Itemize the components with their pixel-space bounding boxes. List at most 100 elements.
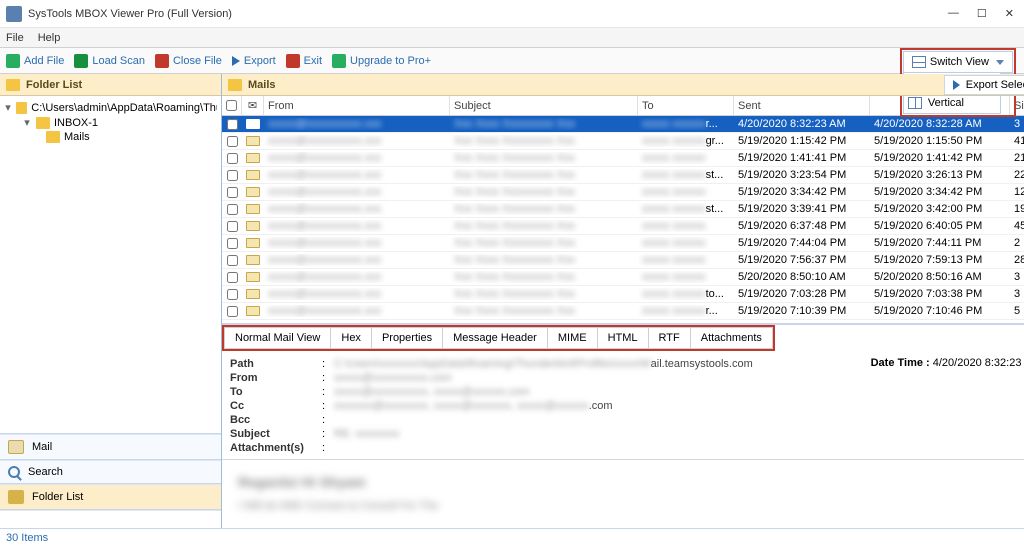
row-checkbox[interactable] bbox=[227, 204, 238, 215]
row-checkbox[interactable] bbox=[227, 136, 238, 147]
tab-rtf[interactable]: RTF bbox=[649, 327, 691, 349]
export-button[interactable]: Export bbox=[232, 55, 276, 67]
envelope-icon bbox=[246, 289, 260, 299]
export-selected-button[interactable]: Export Selected bbox=[944, 75, 1024, 95]
tree-inbox[interactable]: ▾ INBOX-1 bbox=[0, 115, 221, 130]
window-title: SysTools MBOX Viewer Pro (Full Version) bbox=[28, 8, 948, 20]
row-sent: 5/19/2020 1:41:41 PM bbox=[734, 152, 870, 164]
col-from[interactable]: From bbox=[264, 96, 450, 115]
row-size: 3 bbox=[1010, 118, 1024, 130]
envelope-icon bbox=[246, 136, 260, 146]
maximize-button[interactable]: ☐ bbox=[977, 7, 987, 20]
titlebar: SysTools MBOX Viewer Pro (Full Version) … bbox=[0, 0, 1024, 28]
exit-button[interactable]: Exit bbox=[286, 54, 322, 68]
row-received: 5/19/2020 6:40:05 PM bbox=[870, 220, 1010, 232]
folder-icon bbox=[16, 102, 27, 114]
folder-tree[interactable]: ▾ C:\Users\admin\AppData\Roaming\Thunder… bbox=[0, 96, 221, 433]
table-row[interactable]: xxxxx@xxxxxxxxxx.xxxXxx Xxxx Xxxxxxxxx X… bbox=[222, 286, 1024, 303]
nav-folder-list[interactable]: Folder List bbox=[0, 484, 221, 510]
collapse-icon[interactable]: ▾ bbox=[22, 116, 32, 129]
row-checkbox[interactable] bbox=[227, 272, 238, 283]
table-row[interactable]: xxxxx@xxxxxxxxxx.xxxXxx Xxxx Xxxxxxxxx X… bbox=[222, 201, 1024, 218]
col-attachment[interactable]: ✉ bbox=[242, 96, 264, 115]
tab-mime[interactable]: MIME bbox=[548, 327, 598, 349]
tab-message-header[interactable]: Message Header bbox=[443, 327, 548, 349]
left-nav: Mail Search Folder List bbox=[0, 433, 221, 528]
detail-bcc-label: Bcc bbox=[230, 414, 322, 426]
folder-icon bbox=[6, 79, 20, 91]
detail-to-label: To bbox=[230, 386, 322, 398]
col-subject[interactable]: Subject bbox=[450, 96, 638, 115]
row-checkbox[interactable] bbox=[227, 119, 238, 130]
tab-normal-mail-view[interactable]: Normal Mail View bbox=[224, 327, 331, 349]
table-row[interactable]: xxxxx@xxxxxxxxxx.xxxXxx Xxxx Xxxxxxxxx X… bbox=[222, 167, 1024, 184]
row-size: 2293 bbox=[1010, 169, 1024, 181]
nav-search[interactable]: Search bbox=[0, 460, 221, 484]
tab-html[interactable]: HTML bbox=[598, 327, 649, 349]
table-row[interactable]: xxxxx@xxxxxxxxxx.xxxXxx Xxxx Xxxxxxxxx X… bbox=[222, 133, 1024, 150]
table-row[interactable]: xxxxx@xxxxxxxxxx.xxxXxx Xxxx Xxxxxxxxx X… bbox=[222, 269, 1024, 286]
row-checkbox[interactable] bbox=[227, 153, 238, 164]
mail-icon bbox=[8, 440, 24, 454]
tree-mails[interactable]: Mails bbox=[0, 130, 221, 144]
tab-attachments[interactable]: Attachments bbox=[691, 327, 773, 349]
col-to[interactable]: To bbox=[638, 96, 734, 115]
row-checkbox[interactable] bbox=[227, 187, 238, 198]
row-sent: 5/19/2020 7:44:04 PM bbox=[734, 237, 870, 249]
minimize-button[interactable]: — bbox=[948, 7, 959, 20]
row-size: 21 bbox=[1010, 152, 1024, 164]
row-received: 4/20/2020 8:32:28 AM bbox=[870, 118, 1010, 130]
table-row[interactable]: xxxxx@xxxxxxxxxx.xxxXxx Xxxx Xxxxxxxxx X… bbox=[222, 252, 1024, 269]
row-received: 5/19/2020 7:44:11 PM bbox=[870, 237, 1010, 249]
tab-properties[interactable]: Properties bbox=[372, 327, 443, 349]
detail-tabs: Normal Mail View Hex Properties Message … bbox=[222, 325, 1024, 351]
menu-help[interactable]: Help bbox=[38, 32, 61, 44]
row-checkbox[interactable] bbox=[227, 221, 238, 232]
nav-mail[interactable]: Mail bbox=[0, 434, 221, 460]
detail-datetime: Date Time : 4/20/2020 8:32:23 AM bbox=[871, 357, 1024, 455]
upgrade-icon bbox=[332, 54, 346, 68]
col-sent[interactable]: Sent bbox=[734, 96, 870, 115]
row-checkbox[interactable] bbox=[227, 255, 238, 266]
row-checkbox[interactable] bbox=[227, 238, 238, 249]
row-received: 5/19/2020 7:59:13 PM bbox=[870, 254, 1010, 266]
table-row[interactable]: xxxxx@xxxxxxxxxx.xxxXxx Xxxx Xxxxxxxxx X… bbox=[222, 303, 1024, 320]
search-icon bbox=[8, 466, 20, 478]
row-checkbox[interactable] bbox=[227, 170, 238, 181]
row-received: 5/19/2020 1:15:50 PM bbox=[870, 135, 1010, 147]
folder-icon bbox=[8, 490, 24, 504]
close-file-button[interactable]: Close File bbox=[155, 54, 222, 68]
table-row[interactable]: xxxxx@xxxxxxxxxx.xxxXxx Xxxx Xxxxxxxxx X… bbox=[222, 116, 1024, 133]
row-received: 5/19/2020 7:03:38 PM bbox=[870, 288, 1010, 300]
detail-pane: Normal Mail View Hex Properties Message … bbox=[222, 323, 1024, 528]
detail-from-label: From bbox=[230, 372, 322, 384]
add-file-button[interactable]: Add File bbox=[6, 54, 64, 68]
left-pane: Folder List ▾ C:\Users\admin\AppData\Roa… bbox=[0, 74, 222, 528]
upgrade-button[interactable]: Upgrade to Pro+ bbox=[332, 54, 431, 68]
envelope-icon bbox=[246, 272, 260, 282]
tab-hex[interactable]: Hex bbox=[331, 327, 372, 349]
table-row[interactable]: xxxxx@xxxxxxxxxx.xxxXxx Xxxx Xxxxxxxxx X… bbox=[222, 218, 1024, 235]
tree-root[interactable]: ▾ C:\Users\admin\AppData\Roaming\Thunder… bbox=[0, 100, 221, 115]
col-checkbox[interactable] bbox=[222, 96, 242, 115]
folder-icon bbox=[228, 79, 242, 91]
row-checkbox[interactable] bbox=[227, 306, 238, 317]
row-received: 5/19/2020 1:41:42 PM bbox=[870, 152, 1010, 164]
load-scan-button[interactable]: Load Scan bbox=[74, 54, 145, 68]
envelope-icon bbox=[246, 255, 260, 265]
switch-view-button[interactable]: Switch View bbox=[903, 51, 1013, 73]
row-sent: 5/19/2020 7:10:39 PM bbox=[734, 305, 870, 317]
row-sent: 5/19/2020 3:39:41 PM bbox=[734, 203, 870, 215]
menu-file[interactable]: File bbox=[6, 32, 24, 44]
chevron-down-icon bbox=[996, 60, 1004, 65]
table-row[interactable]: xxxxx@xxxxxxxxxx.xxxXxx Xxxx Xxxxxxxxx X… bbox=[222, 150, 1024, 167]
close-icon bbox=[155, 54, 169, 68]
collapse-icon[interactable]: ▾ bbox=[4, 101, 12, 114]
table-row[interactable]: xxxxx@xxxxxxxxxx.xxxXxx Xxxx Xxxxxxxxx X… bbox=[222, 235, 1024, 252]
row-checkbox[interactable] bbox=[227, 289, 238, 300]
row-sent: 5/20/2020 8:50:10 AM bbox=[734, 271, 870, 283]
table-row[interactable]: xxxxx@xxxxxxxxxx.xxxXxx Xxxx Xxxxxxxxx X… bbox=[222, 184, 1024, 201]
mail-body-preview: Regards/ Hi Shyam I Will do With Connect… bbox=[222, 460, 1024, 528]
close-button[interactable]: ✕ bbox=[1005, 7, 1014, 20]
switch-view-vertical[interactable]: Vertical bbox=[904, 93, 1000, 113]
